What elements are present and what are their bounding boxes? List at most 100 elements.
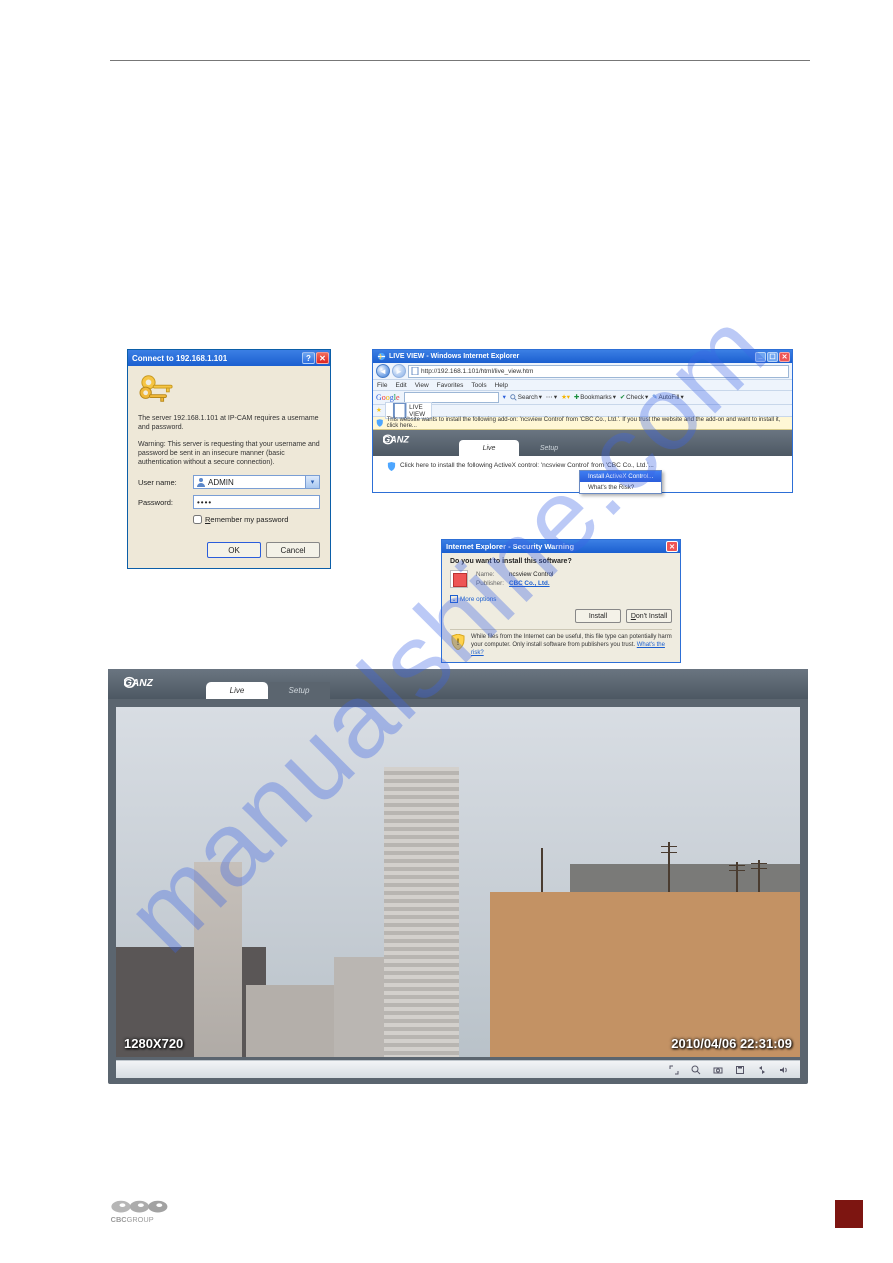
package-icon xyxy=(450,570,468,588)
ganz-logo: GANZ xyxy=(383,434,437,446)
tab-live[interactable]: Live xyxy=(206,682,268,699)
more-options-toggle[interactable]: ⌄ More options xyxy=(450,595,672,603)
favorites-icon[interactable]: ★ xyxy=(376,407,382,414)
video-toolbar xyxy=(116,1060,800,1078)
expand-button[interactable] xyxy=(664,1063,684,1077)
cancel-button[interactable]: Cancel xyxy=(266,542,320,558)
password-input[interactable]: •••• xyxy=(193,495,320,509)
google-search-button[interactable]: Search ▾ xyxy=(510,394,542,401)
tab-setup[interactable]: Setup xyxy=(268,682,330,699)
menu-file[interactable]: File xyxy=(377,382,387,389)
google-toolbar: Google ▾ Search ▾ ⋯ ▾ ★▾ ✚ Bookmarks▾ ✔ … xyxy=(373,391,792,405)
activex-hint-text: Click here to install the following Acti… xyxy=(400,462,654,469)
close-button[interactable]: ✕ xyxy=(779,352,790,362)
activex-info-bar[interactable]: This website wants to install the follow… xyxy=(373,417,792,430)
speaker-icon xyxy=(779,1065,789,1075)
save-icon xyxy=(735,1065,745,1075)
username-select[interactable]: ADMIN ▾ xyxy=(193,475,320,489)
snapshot-button[interactable] xyxy=(708,1063,728,1077)
menu-tools[interactable]: Tools xyxy=(471,382,486,389)
username-value: ADMIN xyxy=(208,478,234,487)
minimize-button[interactable]: _ xyxy=(755,352,766,362)
zoom-button[interactable] xyxy=(686,1063,706,1077)
whats-the-risk-item[interactable]: What's the Risk? xyxy=(580,482,661,493)
record-button[interactable] xyxy=(730,1063,750,1077)
menu-edit[interactable]: Edit xyxy=(395,382,406,389)
install-activex-item[interactable]: Install ActiveX Control... xyxy=(580,471,661,482)
favorites-bar: ★ LIVE VIEW xyxy=(373,405,792,417)
maximize-button[interactable]: ☐ xyxy=(767,352,778,362)
star-icon[interactable]: ★▾ xyxy=(561,394,570,401)
page-number-block xyxy=(835,1200,863,1228)
url-text: http://192.168.1.101/html/live_view.htm xyxy=(421,368,533,375)
audio-button[interactable] xyxy=(774,1063,794,1077)
remember-label: emember my password xyxy=(210,515,288,524)
username-label: User name: xyxy=(138,478,193,487)
camera-header: GANZ Live Setup xyxy=(373,430,792,456)
video-feed: 1280X720 2010/04/06 22:31:09 xyxy=(116,707,800,1057)
flip-button[interactable] xyxy=(752,1063,772,1077)
page-icon xyxy=(411,367,419,375)
name-label: Name: xyxy=(476,571,507,578)
google-autofill[interactable]: ✎ AutoFill ▾ xyxy=(652,394,683,401)
address-bar[interactable]: http://192.168.1.101/html/live_view.htm xyxy=(408,365,789,378)
software-name: ncsview Control xyxy=(509,571,553,578)
browser-menu-bar[interactable]: File Edit View Favorites Tools Help xyxy=(373,380,792,391)
infobar-text: This website wants to install the follow… xyxy=(387,417,789,429)
menu-help[interactable]: Help xyxy=(495,382,508,389)
publisher-label: Publisher: xyxy=(476,580,507,587)
cbc-group-logo: CBCGROUP xyxy=(110,1200,185,1228)
warning-shield-icon: ! xyxy=(450,634,466,650)
password-label: Password: xyxy=(138,498,193,507)
activex-hint-area: Click here to install the following Acti… xyxy=(373,456,792,492)
back-button[interactable]: ◄ xyxy=(376,364,390,378)
google-check[interactable]: ✔ Check ▾ xyxy=(620,394,648,401)
tab-live[interactable]: Live xyxy=(459,440,519,456)
close-button[interactable]: ✕ xyxy=(666,541,678,552)
remember-checkbox[interactable]: Remember my password xyxy=(193,515,320,524)
flip-icon xyxy=(757,1065,767,1075)
google-bookmarks[interactable]: ✚ Bookmarks▾ xyxy=(574,394,616,401)
ok-button[interactable]: OK xyxy=(207,542,261,558)
google-more[interactable]: ⋯ ▾ xyxy=(546,394,557,401)
search-icon xyxy=(510,394,517,401)
auth-titlebar[interactable]: Connect to 192.168.1.101 ? ✕ xyxy=(128,350,330,366)
live-header: GANZ Live Setup xyxy=(108,669,808,699)
camera-icon xyxy=(713,1065,723,1075)
secwarn-titlebar[interactable]: Internet Explorer - Security Warning ✕ xyxy=(442,540,680,553)
svg-text:!: ! xyxy=(457,637,460,647)
browser-window: LIVE VIEW - Windows Internet Explorer _ … xyxy=(372,349,793,493)
secwarn-title: Internet Explorer - Security Warning xyxy=(446,542,574,551)
auth-title: Connect to 192.168.1.101 xyxy=(132,354,227,363)
close-button[interactable]: ✕ xyxy=(316,352,329,364)
person-icon xyxy=(196,477,206,487)
ie-icon xyxy=(377,352,386,361)
browser-title: LIVE VIEW - Windows Internet Explorer xyxy=(389,353,519,360)
browser-titlebar[interactable]: LIVE VIEW - Windows Internet Explorer _ … xyxy=(373,350,792,363)
remember-checkbox-input[interactable] xyxy=(193,515,202,524)
search-icon xyxy=(691,1065,701,1075)
activex-context-menu[interactable]: Install ActiveX Control... What's the Ri… xyxy=(579,470,662,494)
auth-warning-msg: Warning: This server is requesting that … xyxy=(138,440,320,467)
shield-icon xyxy=(387,462,396,471)
install-button[interactable]: Install xyxy=(575,609,621,623)
header-rule xyxy=(110,60,810,61)
menu-view[interactable]: View xyxy=(415,382,429,389)
shield-icon xyxy=(376,419,384,427)
timestamp-overlay: 2010/04/06 22:31:09 xyxy=(671,1036,792,1051)
svg-text:CBCGROUP: CBCGROUP xyxy=(111,1215,154,1224)
forward-button[interactable]: ► xyxy=(392,364,406,378)
ganz-logo: GANZ xyxy=(124,676,184,690)
tab-setup[interactable]: Setup xyxy=(519,440,579,456)
dont-install-button[interactable]: Don't Install xyxy=(626,609,672,623)
menu-favorites[interactable]: Favorites xyxy=(437,382,464,389)
page-icon xyxy=(392,403,407,418)
chevron-down-icon: ⌄ xyxy=(450,595,458,603)
auth-server-msg: The server 192.168.1.101 at IP-CAM requi… xyxy=(138,414,320,432)
publisher-link[interactable]: CBC Co., Ltd. xyxy=(509,580,550,587)
help-button[interactable]: ? xyxy=(302,352,315,364)
password-value: •••• xyxy=(197,498,212,507)
chevron-down-icon[interactable]: ▾ xyxy=(305,476,319,488)
keys-icon xyxy=(138,372,176,406)
google-logo: Google xyxy=(376,393,400,402)
